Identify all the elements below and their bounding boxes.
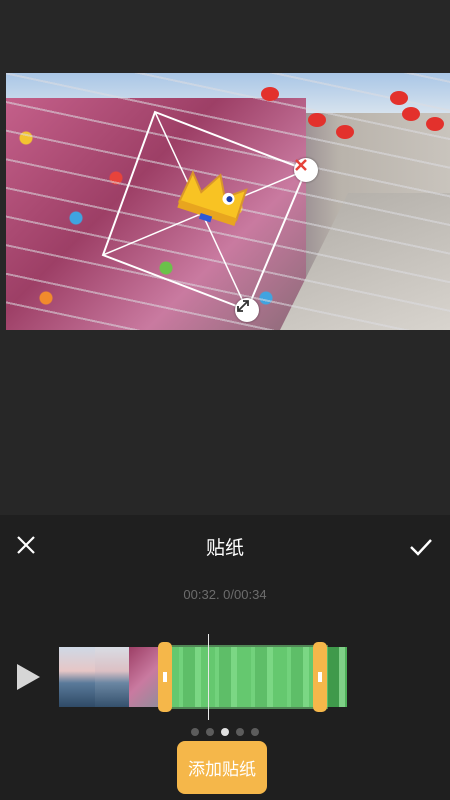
panel-title: 贴纸: [205, 537, 244, 559]
resize-rotate-handle[interactable]: [235, 298, 259, 322]
video-frame[interactable]: [6, 73, 450, 330]
add-sticker-button[interactable]: 添加贴纸: [177, 741, 267, 794]
range-end-handle[interactable]: [313, 642, 327, 712]
confirm-button[interactable]: [408, 535, 434, 559]
page-dot-active: [221, 728, 229, 736]
page-dot: [251, 728, 259, 736]
resize-rotate-icon: [237, 300, 249, 312]
checkmark-icon: [410, 539, 432, 556]
timeline-thumbnail: [95, 647, 129, 707]
delete-sticker-button[interactable]: [294, 158, 318, 182]
timeline-thumbnail: [59, 647, 95, 707]
playback-time: 00:32. 0/00:34: [183, 587, 267, 602]
video-preview-area: [0, 0, 450, 515]
sticker-editor-screen: 贴纸 00:32. 0/00:34 添加贴纸: [0, 0, 450, 800]
play-icon: [17, 664, 40, 690]
playhead[interactable]: [208, 634, 209, 720]
close-icon: [295, 159, 307, 171]
sticker-duration-range[interactable]: [165, 645, 328, 709]
sticker-edit-panel: 贴纸 00:32. 0/00:34 添加贴纸: [0, 515, 450, 800]
range-start-handle[interactable]: [158, 642, 172, 712]
page-dot: [206, 728, 214, 736]
page-dot: [191, 728, 199, 736]
page-dot: [236, 728, 244, 736]
play-button[interactable]: [14, 662, 42, 692]
page-indicator: [0, 728, 450, 736]
